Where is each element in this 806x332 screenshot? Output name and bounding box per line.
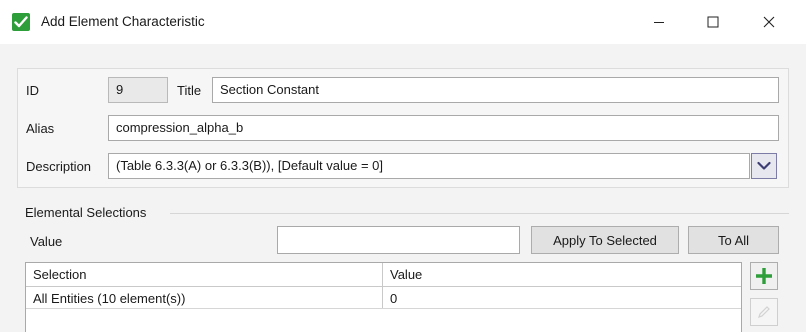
cell-selection[interactable]: All Entities (10 element(s)) bbox=[26, 287, 192, 308]
close-icon bbox=[763, 16, 775, 28]
description-label: Description bbox=[26, 159, 92, 174]
cell-value[interactable]: 0 bbox=[383, 287, 404, 308]
description-field[interactable]: (Table 6.3.3(A) or 6.3.3(B)), [Default v… bbox=[108, 153, 750, 179]
column-header-selection[interactable]: Selection bbox=[26, 263, 93, 286]
description-dropdown-button[interactable] bbox=[751, 153, 777, 179]
minimize-button[interactable] bbox=[636, 0, 682, 44]
add-selection-button[interactable] bbox=[750, 262, 778, 290]
edit-selection-button[interactable] bbox=[750, 298, 778, 326]
alias-field[interactable]: compression_alpha_b bbox=[108, 115, 779, 141]
checkbox-check-icon bbox=[12, 13, 30, 31]
grid-header: Selection Value bbox=[26, 263, 741, 287]
apply-to-selected-button[interactable]: Apply To Selected bbox=[531, 226, 679, 254]
alias-label: Alias bbox=[26, 121, 55, 136]
value-label: Value bbox=[30, 234, 63, 249]
close-button[interactable] bbox=[746, 0, 792, 44]
value-input[interactable] bbox=[277, 226, 520, 254]
minimize-icon bbox=[654, 22, 664, 23]
elemental-selections-title: Elemental Selections bbox=[25, 205, 147, 220]
maximize-button[interactable] bbox=[690, 0, 736, 44]
window-title: Add Element Characteristic bbox=[41, 14, 205, 29]
maximize-icon bbox=[707, 16, 719, 28]
group-divider bbox=[170, 213, 789, 214]
to-all-button[interactable]: To All bbox=[688, 226, 779, 254]
pencil-icon bbox=[758, 306, 770, 318]
chevron-down-icon bbox=[757, 161, 771, 170]
title-field[interactable]: Section Constant bbox=[212, 77, 779, 103]
title-bar: Add Element Characteristic bbox=[0, 0, 806, 44]
column-header-value[interactable]: Value bbox=[383, 263, 429, 286]
table-row[interactable]: All Entities (10 element(s)) 0 bbox=[26, 287, 741, 309]
selections-grid[interactable]: Selection Value All Entities (10 element… bbox=[25, 262, 742, 332]
plus-icon bbox=[756, 268, 772, 284]
id-label: ID bbox=[26, 83, 39, 98]
title-label: Title bbox=[177, 83, 202, 98]
id-field: 9 bbox=[108, 77, 168, 103]
